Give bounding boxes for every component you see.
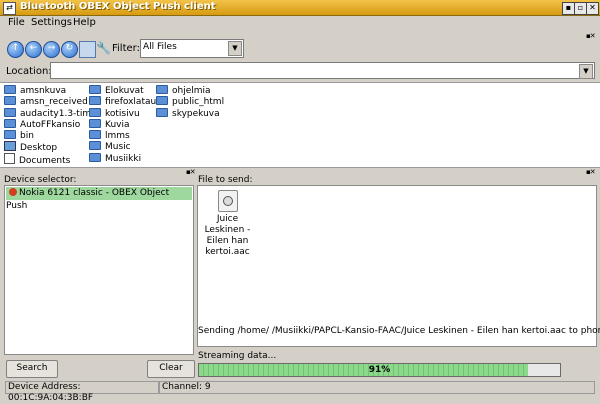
- lower-panel-detach-icon[interactable]: ▪✕: [586, 168, 596, 176]
- audio-file-icon[interactable]: [218, 190, 238, 212]
- filter-value: All Files: [143, 42, 177, 52]
- folder-icon: [89, 152, 101, 162]
- folder-item[interactable]: Desktop: [4, 141, 97, 153]
- folder-item[interactable]: audacity1.3-timo: [4, 107, 97, 119]
- close-button[interactable]: ✕: [586, 2, 599, 15]
- folder-item[interactable]: AutoFFkansio: [4, 118, 97, 130]
- folder-icon: [4, 107, 16, 117]
- file-column-1: amsnkuva amsn_received audacity1.3-timo …: [4, 85, 97, 166]
- location-label: Location:: [6, 66, 52, 77]
- folder-item[interactable]: skypekuva: [156, 107, 224, 119]
- device-address-status: Device Address: 00:1C:9A:04:3B:BF: [5, 381, 159, 403]
- bluetooth-icon: [9, 188, 17, 196]
- file-column-2: Elokuvat firefoxlataus kotisivu Kuvia lm…: [89, 85, 161, 164]
- location-dropdown-icon[interactable]: ▼: [579, 64, 593, 79]
- folder-icon: [89, 130, 101, 140]
- folder-item[interactable]: Musiikki: [89, 152, 161, 164]
- progress-bar: 91%: [198, 363, 561, 377]
- folder-icon: [89, 96, 101, 106]
- sending-status: Sending /home/ /Musiikki/PAPCL-Kansio-FA…: [198, 326, 600, 336]
- folder-icon: [89, 141, 101, 151]
- file-column-3: ohjelmia public_html skypekuva: [156, 85, 224, 119]
- menu-bar: File Settings Help: [0, 16, 600, 31]
- home-folder-icon[interactable]: [79, 41, 96, 58]
- folder-item[interactable]: public_html: [156, 96, 224, 107]
- device-list-item[interactable]: Nokia 6121 classic - OBEX Object Push: [6, 187, 192, 211]
- file-name: Juice Leskinen - Eilen han kertoi.aac: [204, 214, 251, 257]
- reload-icon[interactable]: ↻: [61, 41, 78, 58]
- folder-item[interactable]: lmms: [89, 130, 161, 141]
- folder-icon: [4, 96, 16, 106]
- title-bar: ⇄ Bluetooth OBEX Object Push client ▪ ▫ …: [0, 0, 600, 16]
- toolbar: ↑ ← → ↻ 🔧 Filter: All Files ▼: [0, 38, 600, 60]
- file-browser[interactable]: amsnkuva amsn_received audacity1.3-timo …: [0, 82, 600, 168]
- folder-icon: [4, 130, 16, 140]
- device-selector-label: Device selector:: [4, 175, 77, 185]
- search-button[interactable]: Search: [6, 360, 58, 378]
- channel-status: Channel: 9: [159, 381, 595, 394]
- chevron-down-icon[interactable]: ▼: [228, 41, 242, 56]
- folder-item[interactable]: Music: [89, 141, 161, 152]
- filter-label: Filter:: [112, 43, 140, 54]
- folder-item[interactable]: amsn_received: [4, 96, 97, 107]
- device-list[interactable]: Nokia 6121 classic - OBEX Object Push: [4, 185, 194, 355]
- documents-icon: [4, 152, 15, 164]
- folder-item[interactable]: Elokuvat: [89, 85, 161, 96]
- folder-icon: [89, 118, 101, 128]
- streaming-status: Streaming data...: [198, 351, 277, 361]
- filter-select[interactable]: All Files ▼: [140, 39, 244, 58]
- search-icon[interactable]: 🔧: [96, 41, 111, 56]
- folder-item[interactable]: firefoxlataus: [89, 96, 161, 107]
- folder-item[interactable]: bin: [4, 130, 97, 141]
- menu-help[interactable]: Help: [73, 17, 96, 28]
- forward-arrow-icon[interactable]: →: [43, 41, 60, 58]
- window-menu-icon[interactable]: ⇄: [3, 2, 16, 15]
- folder-item[interactable]: Documents: [4, 152, 97, 166]
- location-input[interactable]: ▼: [50, 62, 595, 79]
- folder-icon: [156, 96, 168, 106]
- device-panel-detach-icon[interactable]: ▪✕: [186, 168, 196, 176]
- clear-button[interactable]: Clear: [147, 360, 195, 378]
- menu-file[interactable]: File: [8, 17, 25, 28]
- file-to-send-label: File to send:: [198, 175, 253, 185]
- folder-item[interactable]: Kuvia: [89, 118, 161, 130]
- folder-icon: [89, 85, 101, 94]
- folder-icon: [89, 107, 101, 117]
- folder-item[interactable]: amsnkuva: [4, 85, 97, 96]
- folder-icon: [4, 85, 16, 94]
- desktop-icon: [4, 141, 16, 152]
- folder-icon: [156, 107, 168, 117]
- progress-label: 91%: [368, 365, 391, 375]
- folder-item[interactable]: ohjelmia: [156, 85, 224, 96]
- file-drop-area[interactable]: Juice Leskinen - Eilen han kertoi.aac: [197, 185, 597, 347]
- window-title: Bluetooth OBEX Object Push client: [20, 1, 216, 12]
- back-arrow-icon[interactable]: ←: [25, 41, 42, 58]
- menu-settings[interactable]: Settings: [31, 17, 72, 28]
- folder-icon: [156, 85, 168, 94]
- folder-item[interactable]: kotisivu: [89, 107, 161, 119]
- folder-icon: [4, 118, 16, 128]
- up-arrow-icon[interactable]: ↑: [7, 41, 24, 58]
